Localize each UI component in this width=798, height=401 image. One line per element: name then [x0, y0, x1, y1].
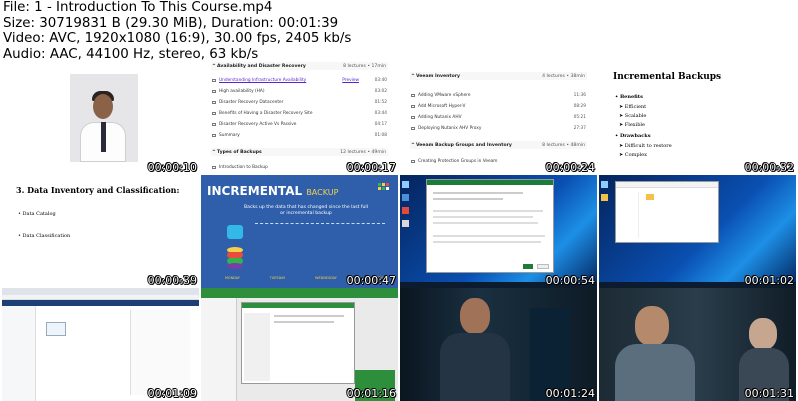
navigation-pane: [201, 298, 237, 401]
timestamp: 00:00:32: [744, 161, 794, 174]
lecture-row[interactable]: Summary 01:08: [212, 133, 387, 139]
wizard-dialog[interactable]: [241, 302, 355, 384]
timestamp: 00:00:10: [147, 161, 197, 174]
desktop-icons: [402, 181, 410, 241]
grid-dots-icon: [378, 183, 390, 195]
thumbnail-desktop-explorer[interactable]: 00:01:02: [599, 175, 796, 288]
slide-subtitle: Backs up the data that has changed since…: [244, 205, 368, 216]
timestamp: 00:01:02: [744, 274, 794, 287]
thumbnail-presenter[interactable]: 00:00:10: [2, 62, 199, 175]
thumbnail-course-list-2[interactable]: ^ Veeam Inventory 4 lectures • 38min Addi…: [400, 62, 597, 175]
lecture-row[interactable]: Deploying Nutanix AHV Proxy 27:37: [411, 126, 586, 132]
timeline-line: [255, 223, 385, 224]
section-header: ^ Veeam Inventory 4 lectures • 38min: [410, 72, 587, 80]
video-icon: [411, 127, 415, 130]
section-header: ^ Types of Backups 12 lectures • 49min: [211, 148, 388, 156]
lecture-row[interactable]: Benefits of Having a Disaster Recovery S…: [212, 111, 387, 117]
details-pane: [130, 310, 190, 395]
slide-title: INCREMENTAL BACKUP: [207, 184, 339, 198]
video-icon: [212, 90, 216, 93]
thumbnail-team-datacenter[interactable]: 00:01:31: [599, 288, 796, 401]
timestamp: 00:00:39: [147, 274, 197, 287]
video-icon: [212, 112, 216, 115]
video-icon: [212, 101, 216, 104]
thumbnail-datacenter-person[interactable]: 00:01:24: [400, 288, 597, 401]
lecture-row[interactable]: High availability (HA) 03:02: [212, 89, 387, 95]
thumbnail-course-list-1[interactable]: ^ Availability and Disaster Recovery 8 le…: [201, 62, 398, 175]
presenter-face: [93, 94, 113, 119]
presenter-tie: [101, 122, 106, 152]
file-name: File: 1 - Introduction To This Course.mp…: [3, 0, 273, 15]
timestamp: 00:01:24: [545, 387, 595, 400]
person-face: [460, 298, 490, 334]
timestamp: 00:01:09: [147, 387, 197, 400]
video-icon: [212, 166, 216, 169]
timestamp: 00:01:31: [744, 387, 794, 400]
person-body: [440, 333, 510, 401]
section-header: ^ Veeam Backup Groups and Inventory 8 lec…: [410, 141, 587, 149]
video-info: Video: AVC, 1920x1080 (16:9), 30.00 fps,…: [3, 31, 352, 47]
lecture-row[interactable]: Disaster Recovery Active Vs Passive 04:17: [212, 122, 387, 128]
vm-card[interactable]: [46, 322, 66, 336]
slide-title: 3. Data Inventory and Classification:: [16, 185, 180, 195]
lecture-row[interactable]: Disaster Recovery Datacenter 01:52: [212, 100, 387, 106]
chevron-up-icon: ^: [212, 64, 216, 69]
thumbnail-incremental-backup[interactable]: INCREMENTAL BACKUP Backs up the data tha…: [201, 175, 398, 288]
presenter-video: [70, 74, 138, 162]
slide-subbullet: ➤ Complex: [619, 152, 647, 158]
timestamp: 00:00:54: [545, 274, 595, 287]
video-icon: [212, 134, 216, 137]
slide-subbullet: ➤ Efficient: [619, 104, 647, 110]
thumbnail-veeam-console[interactable]: 00:01:16: [201, 288, 398, 401]
thumbnail-grid: 00:00:10 ^ Availability and Disaster Rec…: [0, 62, 798, 401]
slide-title: Incremental Backups: [613, 72, 722, 82]
slide-bullet: • Data Catalog: [18, 211, 56, 217]
slide-subbullet: ➤ Scalable: [619, 113, 647, 119]
video-icon: [212, 123, 216, 126]
server-icon: [227, 225, 243, 239]
video-icon: [411, 105, 415, 108]
video-icon: [411, 160, 415, 163]
person-face: [635, 306, 669, 346]
thumbnail-slide-incremental[interactable]: Incremental Backups • Benefits ➤ Efficie…: [599, 62, 796, 175]
thumbnail-browser-console[interactable]: 00:01:09: [2, 288, 199, 401]
video-icon: [212, 79, 216, 82]
thumbnail-desktop-installer[interactable]: 00:00:54: [400, 175, 597, 288]
cancel-button[interactable]: [537, 264, 549, 269]
lecture-row[interactable]: Understanding Infrastructure Availabilit…: [212, 78, 387, 84]
database-stack-icon: [227, 247, 243, 269]
side-tree: [2, 306, 36, 401]
media-info-header: File: 1 - Introduction To This Course.mp…: [3, 0, 795, 62]
lecture-row[interactable]: Add Microsoft Hyper-V 08:29: [411, 104, 586, 110]
explorer-window[interactable]: [615, 181, 719, 243]
desktop-icons: [601, 181, 609, 211]
timestamp: 00:00:47: [346, 274, 396, 287]
file-size-duration: Size: 30719831 B (29.30 MiB), Duration: …: [3, 15, 339, 31]
video-icon: [411, 116, 415, 119]
lecture-row[interactable]: Adding Nutanix AHV 05:21: [411, 115, 586, 121]
slide-bullet: • Data Classification: [18, 233, 71, 239]
browser-tabs: [2, 288, 199, 295]
slide-bullet: • Benefits: [615, 94, 643, 100]
timestamp: 00:01:16: [346, 387, 396, 400]
section-header: ^ Availability and Disaster Recovery 8 le…: [211, 62, 388, 70]
slide-bullet: • Drawbacks: [615, 133, 651, 139]
person-body: [615, 344, 695, 401]
person-face: [749, 318, 777, 350]
chevron-up-icon: ^: [212, 150, 216, 155]
timestamp: 00:00:17: [346, 161, 396, 174]
folder-icon: [646, 194, 654, 200]
installer-window[interactable]: [426, 179, 554, 273]
chevron-up-icon: ^: [411, 143, 415, 148]
slide-subbullet: ➤ Difficult to restore: [619, 143, 672, 149]
thumbnail-slide-data-inventory[interactable]: 3. Data Inventory and Classification: • …: [2, 175, 199, 288]
next-button[interactable]: [523, 264, 533, 269]
lecture-row[interactable]: Adding VMware vSphere 11:36: [411, 93, 586, 99]
timestamp: 00:00:24: [545, 161, 595, 174]
video-icon: [411, 94, 415, 97]
audio-info: Audio: AAC, 44100 Hz, stereo, 63 kb/s: [3, 46, 259, 62]
chevron-up-icon: ^: [411, 74, 415, 79]
slide-subbullet: ➤ Flexible: [619, 122, 645, 128]
ribbon: [201, 288, 398, 298]
